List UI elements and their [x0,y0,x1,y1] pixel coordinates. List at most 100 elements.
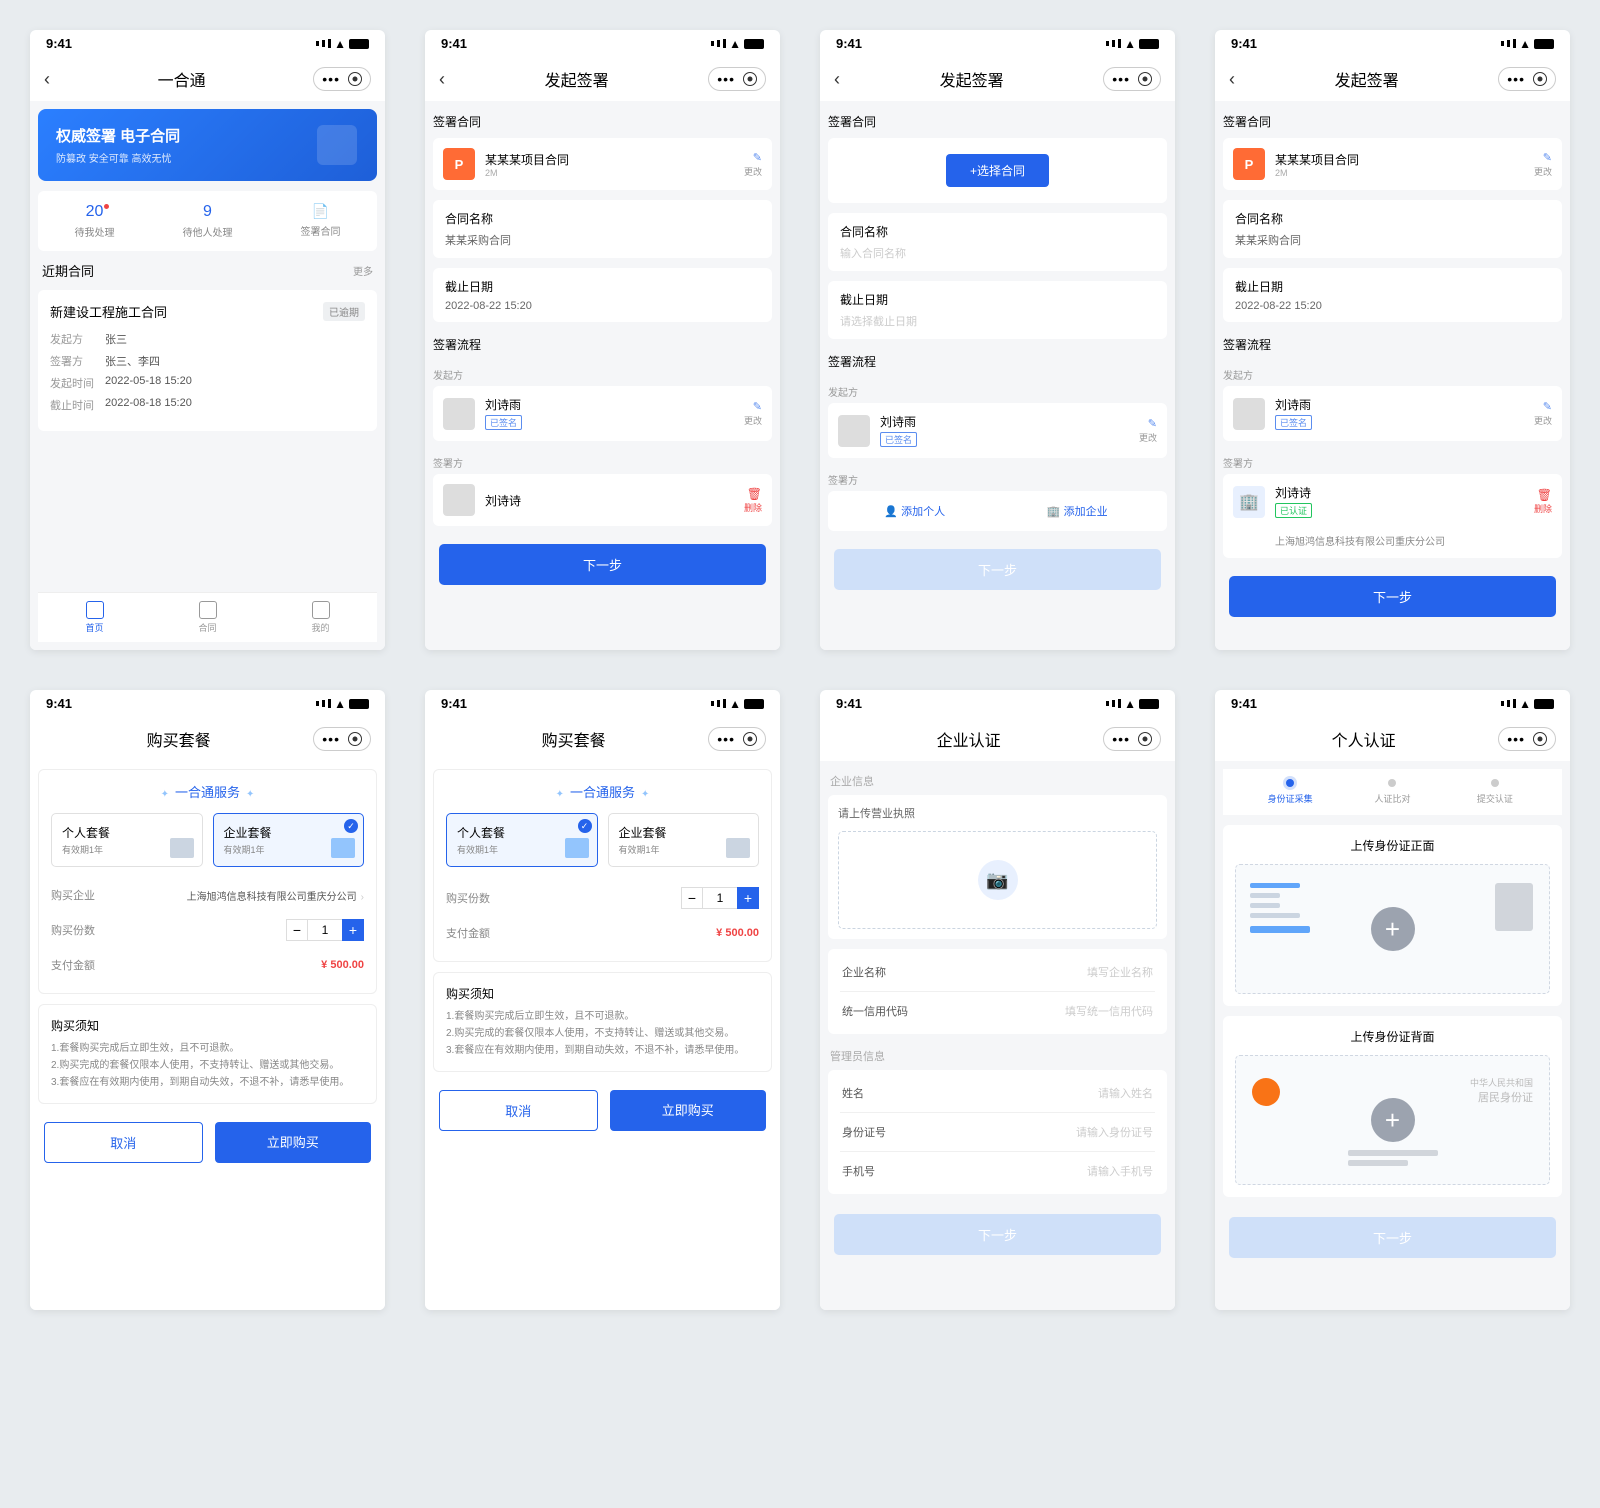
next-button[interactable]: 下一步 [439,544,766,585]
cancel-button[interactable]: 取消 [44,1122,203,1163]
deadline-field[interactable]: 截止日期请选择截止日期 [828,281,1167,339]
package-personal[interactable]: ✓个人套餐有效期1年 [446,813,598,867]
company-name-input[interactable]: 企业名称填写企业名称 [840,953,1155,992]
user-icon [170,838,194,858]
capsule[interactable]: ••• [708,67,766,91]
cancel-button[interactable]: 取消 [439,1090,598,1131]
banner[interactable]: 权威签署 电子合同 防篡改 安全可靠 高效无忧 [38,109,377,181]
recent-title: 近期合同 [42,261,94,280]
banner-subtitle: 防篡改 安全可靠 高效无忧 [56,150,359,165]
credit-code-input[interactable]: 统一信用代码填写统一信用代码 [840,992,1155,1030]
package-personal[interactable]: 个人套餐有效期1年 [51,813,203,867]
notice-text: 1.套餐购买完成后立即生效，且不可退款。 2.购买完成的套餐仅限本人使用，不支持… [446,1008,759,1059]
home-icon [86,601,104,619]
status-bar: 9:41▲ [1215,30,1570,57]
admin-name-input[interactable]: 姓名请输入姓名 [840,1074,1155,1113]
capsule[interactable]: ••• [1498,67,1556,91]
building-icon: 🏢 [1233,486,1265,518]
file-card[interactable]: P 某某某项目合同2M ✎更改 [433,138,772,190]
plus-icon: + [1371,1098,1415,1142]
status-bar: 9:41▲ [425,690,780,717]
person-initiator[interactable]: 刘诗雨已签名 ✎更改 [828,403,1167,458]
edit-icon[interactable]: ✎ [744,400,762,413]
edit-icon[interactable]: ✎ [1139,417,1157,430]
trash-icon[interactable]: 🗑 [1534,488,1552,502]
contract-card[interactable]: 新建设工程施工合同 已逾期 发起方张三 签署方张三、李四 发起时间2022-05… [38,290,377,431]
buy-button[interactable]: 立即购买 [610,1090,767,1131]
contract-name-field[interactable]: 合同名称某某采购合同 [1223,200,1562,258]
person-initiator[interactable]: 刘诗雨已签名 ✎更改 [1223,386,1562,441]
capsule[interactable]: ••• [313,727,371,751]
qty-minus[interactable]: − [286,919,308,941]
buy-company-row[interactable]: 购买企业上海旭鸿信息科技有限公司重庆分公司› [51,879,364,911]
initiator-label: 发起方 [433,367,772,382]
screen-initiate-filled: 9:41▲ ‹发起签署••• 签署合同 P 某某某项目合同2M ✎更改 合同名称… [425,30,780,650]
capsule[interactable]: ••• [1498,727,1556,751]
back-icon[interactable]: ‹ [1229,69,1235,90]
company-name: 上海旭鸿信息科技有限公司重庆分公司 [1233,533,1552,548]
nav-bar: ‹发起签署••• [1215,57,1570,101]
qty-value: 1 [308,919,342,941]
deadline-field[interactable]: 截止日期2022-08-22 15:20 [433,268,772,322]
user-icon: 👤 [884,506,898,518]
avatar-placeholder-icon [1495,883,1533,931]
contract-name-field[interactable]: 合同名称输入合同名称 [828,213,1167,271]
more-link[interactable]: 更多 [353,263,373,278]
id-number-input[interactable]: 身份证号请输入身份证号 [840,1113,1155,1152]
price: ¥ 500.00 [716,927,759,939]
avatar [838,415,870,447]
shield-icon [317,125,357,165]
tab-me[interactable]: 我的 [264,601,377,634]
person-initiator[interactable]: 刘诗雨已签名 ✎更改 [433,386,772,441]
tab-home[interactable]: 首页 [38,601,151,634]
back-icon[interactable]: ‹ [44,69,50,90]
id-front-card: 上传身份证正面 + [1223,825,1562,1006]
edit-icon[interactable]: ✎ [1534,400,1552,413]
add-person-button[interactable]: 👤添加个人 [840,503,993,519]
phone-input[interactable]: 手机号请输入手机号 [840,1152,1155,1190]
capsule[interactable]: ••• [708,727,766,751]
stat-pending-others[interactable]: 9待他人处理 [151,191,264,251]
back-icon[interactable]: ‹ [834,69,840,90]
id-back-upload[interactable]: 中华人民共和国居民身份证 + [1235,1055,1550,1185]
price-row: 支付金额¥ 500.00 [446,917,759,949]
page-title: 个人认证 [1332,727,1396,751]
add-company-button[interactable]: 🏢添加企业 [1003,503,1156,519]
file-icon [199,601,217,619]
tab-contract[interactable]: 合同 [151,601,264,634]
building-icon [331,838,355,858]
status-bar: 9:41 ▲ [30,30,385,57]
package-enterprise[interactable]: 企业套餐有效期1年 [608,813,760,867]
section-flow: 签署流程 [1223,336,1562,353]
id-text: 中华人民共和国居民身份证 [1470,1076,1533,1105]
capsule[interactable]: ••• [313,67,371,91]
edit-icon[interactable]: ✎ [744,151,762,164]
qty-plus[interactable]: + [737,887,759,909]
person-signer-company[interactable]: 🏢 刘诗诗已认证 🗑删除 上海旭鸿信息科技有限公司重庆分公司 [1223,474,1562,558]
file-card[interactable]: P 某某某项目合同2M ✎更改 [1223,138,1562,190]
upload-area[interactable]: 📷 [838,831,1157,929]
buy-button[interactable]: 立即购买 [215,1122,372,1163]
stat-sign[interactable]: 📄签署合同 [264,191,377,251]
trash-icon[interactable]: 🗑 [744,487,762,501]
person-signer[interactable]: 刘诗诗 🗑删除 [433,474,772,526]
camera-icon: 📷 [978,860,1018,900]
stat-pending-mine[interactable]: 20待我处理 [38,191,151,251]
edit-icon[interactable]: ✎ [1534,151,1552,164]
pdf-icon: P [443,148,475,180]
qty-plus[interactable]: + [342,919,364,941]
id-front-upload[interactable]: + [1235,864,1550,994]
check-icon: ✓ [344,819,358,833]
screen-personal-verify: 9:41▲ 个人认证••• 身份证采集 人证比对 提交认证 上传身份证正面 + … [1215,690,1570,1310]
capsule[interactable]: ••• [1103,727,1161,751]
contract-name-field[interactable]: 合同名称某某采购合同 [433,200,772,258]
back-icon[interactable]: ‹ [439,69,445,90]
page-title: 发起签署 [940,67,1004,91]
id-back-title: 上传身份证背面 [1235,1028,1550,1045]
qty-minus[interactable]: − [681,887,703,909]
next-button[interactable]: 下一步 [1229,576,1556,617]
capsule[interactable]: ••• [1103,67,1161,91]
select-contract-button[interactable]: +选择合同 [946,154,1049,187]
deadline-field[interactable]: 截止日期2022-08-22 15:20 [1223,268,1562,322]
package-enterprise[interactable]: ✓企业套餐有效期1年 [213,813,365,867]
